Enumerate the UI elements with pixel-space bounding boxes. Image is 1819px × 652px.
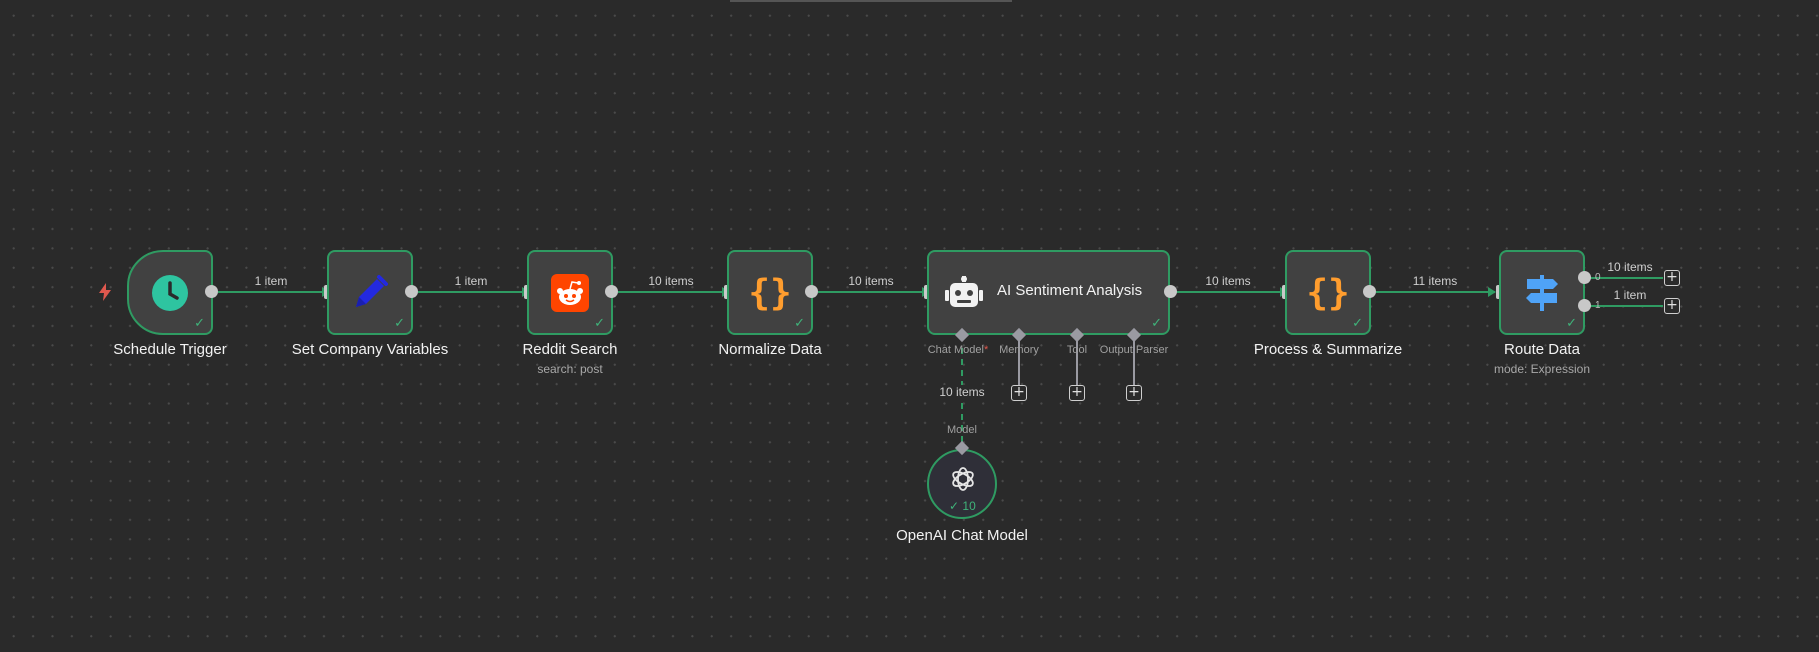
ai-sentiment-analysis-label: AI Sentiment Analysis	[997, 282, 1143, 299]
set-variables-output-port[interactable]	[405, 285, 418, 298]
memory-port-label: Memory	[999, 344, 1039, 356]
model-port-label: Model	[947, 424, 977, 436]
reddit-search-subtitle: search: post	[537, 362, 603, 376]
edge-label-set-to-reddit: 1 item	[454, 274, 488, 288]
schedule-trigger-output-port[interactable]	[205, 285, 218, 298]
node-process-summarize[interactable]: {} ✓	[1285, 250, 1371, 335]
node-schedule-trigger[interactable]: ✓	[127, 250, 213, 335]
process-summarize-label: Process & Summarize	[1253, 341, 1403, 358]
success-check-icon: ✓	[794, 315, 805, 330]
chat-model-port-label: Chat Model*	[927, 344, 989, 356]
success-check-icon: ✓	[394, 315, 405, 330]
schedule-trigger-label: Schedule Trigger	[113, 341, 227, 358]
add-output-parser-button[interactable]: +	[1126, 385, 1142, 401]
success-check-icon: ✓	[1352, 315, 1363, 330]
edge-arrow	[1488, 287, 1496, 297]
required-marker: *	[983, 344, 989, 356]
set-company-variables-label: Set Company Variables	[291, 341, 449, 358]
route-output-index-0: 0	[1595, 272, 1601, 283]
clock-icon	[152, 274, 188, 311]
reddit-search-label: Reddit Search	[522, 341, 618, 358]
tool-port-label: Tool	[1066, 344, 1088, 356]
route-add-node-button-1[interactable]: +	[1664, 298, 1680, 314]
route-data-label: Route Data	[1504, 341, 1580, 358]
robot-icon	[945, 276, 983, 307]
normalize-data-label: Normalize Data	[718, 341, 822, 358]
trigger-bolt-icon	[99, 283, 111, 301]
ai-agent-output-port[interactable]	[1164, 285, 1177, 298]
route-data-output-port-1[interactable]	[1578, 299, 1591, 312]
edge-label-trigger-to-set: 1 item	[254, 274, 288, 288]
success-check-icon: ✓	[1566, 315, 1577, 330]
reddit-icon	[551, 273, 589, 312]
node-openai-chat-model[interactable]: ✓ 10	[927, 449, 997, 519]
edge-label-model-to-ai: 10 items	[937, 385, 987, 399]
route-add-node-button-0[interactable]: +	[1664, 270, 1680, 286]
output-parser-port-label: Output Parser	[1099, 344, 1169, 356]
add-memory-button[interactable]: +	[1011, 385, 1027, 401]
code-braces-icon: {}	[1306, 272, 1350, 313]
normalize-data-output-port[interactable]	[805, 285, 818, 298]
reddit-search-output-port[interactable]	[605, 285, 618, 298]
signpost-icon	[1526, 274, 1558, 311]
success-check-icon: ✓	[1151, 315, 1162, 330]
node-reddit-search[interactable]: ✓	[527, 250, 613, 335]
success-check-icon: ✓	[194, 315, 205, 330]
openai-icon	[952, 467, 974, 491]
route-data-output-port-0[interactable]	[1578, 271, 1591, 284]
node-set-company-variables[interactable]: ✓	[327, 250, 413, 335]
route-output-index-1: 1	[1595, 300, 1601, 311]
edge-label-normalize-to-ai: 10 items	[848, 274, 894, 288]
edge-label-ai-to-process: 10 items	[1205, 274, 1251, 288]
node-route-data[interactable]: ✓	[1499, 250, 1585, 335]
success-check-icon: ✓	[594, 315, 605, 330]
edge-label-route-out1: 1 item	[1613, 288, 1647, 302]
node-ai-sentiment-analysis[interactable]: AI Sentiment Analysis ✓	[927, 250, 1170, 335]
code-braces-icon: {}	[748, 272, 792, 313]
add-tool-button[interactable]: +	[1069, 385, 1085, 401]
openai-run-count: ✓ 10	[949, 499, 976, 513]
pen-icon	[356, 274, 388, 307]
route-data-subtitle: mode: Expression	[1493, 362, 1591, 376]
openai-chat-model-label: OpenAI Chat Model	[896, 527, 1028, 544]
edge-label-process-to-route: 11 items	[1412, 274, 1458, 288]
edge-label-reddit-to-normalize: 10 items	[648, 274, 694, 288]
process-summarize-output-port[interactable]	[1363, 285, 1376, 298]
node-normalize-data[interactable]: {} ✓	[727, 250, 813, 335]
edge-label-route-out0: 10 items	[1607, 260, 1653, 274]
